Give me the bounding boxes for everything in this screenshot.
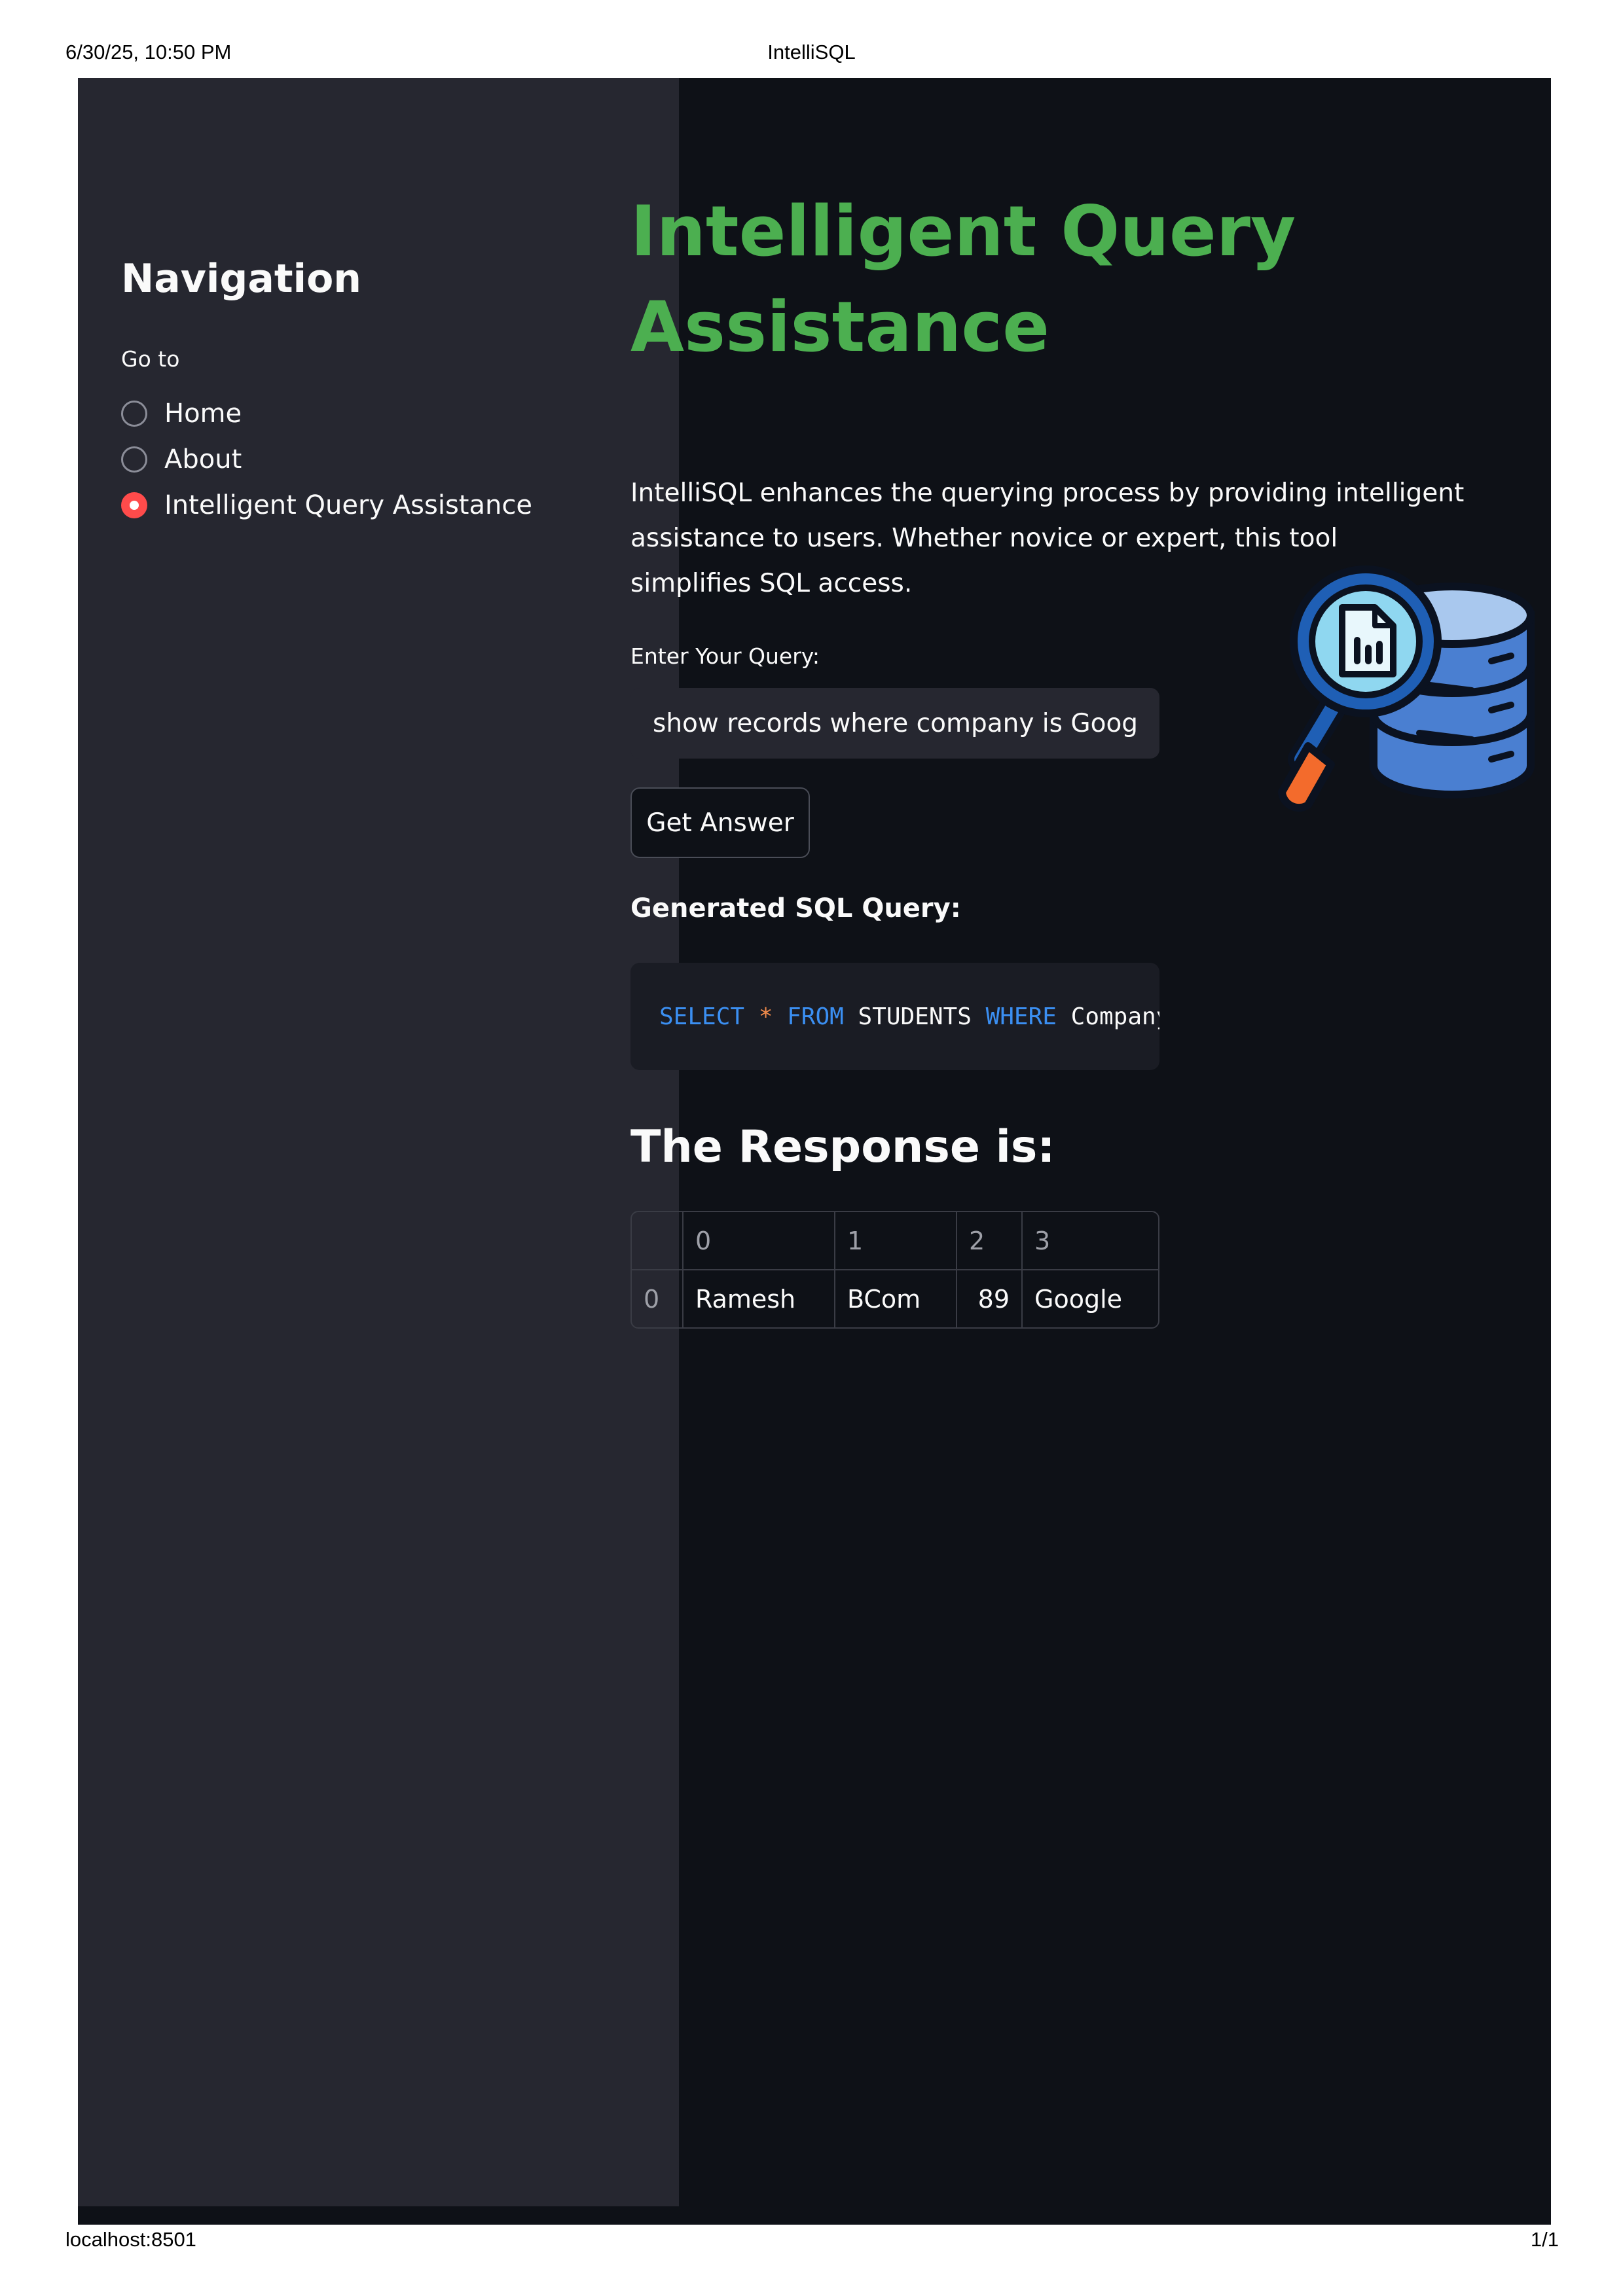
query-input[interactable] [630,688,1159,759]
table-cell[interactable]: 89 [957,1270,1023,1327]
sql-operator: * [758,1003,773,1030]
get-answer-button[interactable]: Get Answer [630,787,810,858]
table-row: 0 Ramesh BCom 89 Google [632,1270,1158,1327]
query-input-label: Enter Your Query: [630,643,820,669]
radio-unchecked-icon[interactable] [121,446,147,473]
response-dataframe[interactable]: 0 1 2 3 0 Ramesh BCom 89 Google [630,1211,1159,1329]
page-title: Intelligent Query Assistance [630,191,1296,367]
app-window: Navigation Go to Home About Intelligent … [78,78,1551,2225]
table-header-row: 0 1 2 3 [632,1212,1158,1270]
nav-option-intelligent-query[interactable]: Intelligent Query Assistance [121,482,532,528]
radio-unchecked-icon[interactable] [121,401,147,427]
table-header-cell [632,1212,684,1270]
print-page-title: IntelliSQL [767,41,856,63]
nav-option-label: Home [164,399,242,429]
table-header-cell[interactable]: 1 [835,1212,957,1270]
row-index-cell: 0 [632,1270,684,1327]
sql-keyword: SELECT [659,1003,745,1030]
sidebar-title: Navigation [121,256,362,302]
sql-table-name: STUDENTS [858,1003,972,1030]
sql-keyword: FROM [787,1003,844,1030]
table-header-cell[interactable]: 0 [683,1212,835,1270]
database-search-icon [1278,565,1535,812]
table-header-cell[interactable]: 2 [957,1212,1023,1270]
sql-heading: Generated SQL Query: [630,893,961,924]
nav-radio-group: Home About Intelligent Query Assistance [121,391,532,528]
nav-option-label: About [164,444,242,475]
response-heading: The Response is: [630,1121,1055,1173]
table-header-cell[interactable]: 3 [1022,1212,1158,1270]
table-cell[interactable]: Ramesh [683,1270,835,1327]
radio-checked-icon[interactable] [121,492,147,518]
print-url: localhost:8501 [65,2228,196,2251]
nav-option-home[interactable]: Home [121,391,532,437]
radio-group-label: Go to [121,346,180,372]
table-cell[interactable]: BCom [835,1270,957,1327]
print-page-number: 1/1 [1530,2228,1559,2251]
nav-option-about[interactable]: About [121,437,532,482]
nav-option-label: Intelligent Query Assistance [164,490,532,520]
sidebar: Navigation Go to Home About Intelligent … [78,78,679,2206]
sql-condition: Company='Google'; [1070,1003,1159,1030]
table-cell[interactable]: Google [1022,1270,1158,1327]
sql-code-block: SELECT * FROM STUDENTS WHERE Company='Go… [630,963,1159,1070]
sql-keyword: WHERE [985,1003,1057,1030]
